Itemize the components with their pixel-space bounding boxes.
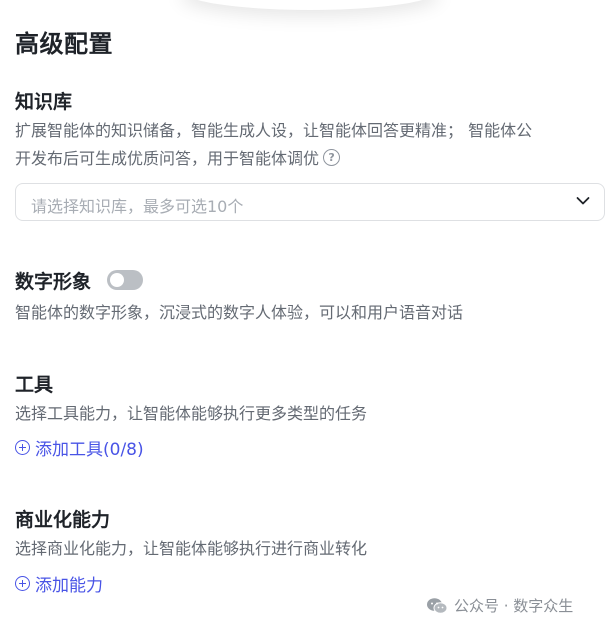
knowledge-description-line2-text: 开发布后可生成优质问答，用于智能体调优 [15,149,320,168]
knowledge-select[interactable]: 请选择知识库，最多可选10个 [15,183,605,221]
toggle-knob [110,273,124,287]
digital-human-toggle[interactable] [107,270,143,290]
watermark-text: 公众号 · 数字众生 [454,597,574,615]
watermark: 公众号 · 数字众生 [426,595,573,616]
knowledge-description-line1: 扩展智能体的知识储备，智能生成人设，让智能体回答更精准； 智能体公 [15,121,533,140]
plus-circle-icon [15,576,30,591]
top-shadow-decoration [180,0,440,10]
knowledge-select-placeholder: 请选择知识库，最多可选10个 [31,197,244,216]
add-tool-label: 添加工具(0/8) [35,440,144,460]
plus-circle-icon [15,440,30,455]
add-capability-label: 添加能力 [35,576,103,596]
add-tool-button[interactable]: 添加工具(0/8) [15,435,144,460]
commerce-description: 选择商业化能力，让智能体能够执行进行商业转化 [15,539,368,558]
knowledge-description-line2: 开发布后可生成优质问答，用于智能体调优? [15,145,605,173]
knowledge-section-title: 知识库 [15,91,73,113]
tools-section-title: 工具 [15,374,54,396]
chevron-down-icon [576,197,590,205]
commerce-section-title: 商业化能力 [15,509,111,531]
add-capability-button[interactable]: 添加能力 [15,571,103,596]
advanced-config-panel: 高级配置 知识库 扩展智能体的知识储备，智能生成人设，让智能体回答更精准； 智能… [0,0,616,631]
help-icon[interactable]: ? [323,149,341,166]
digital-human-section-title: 数字形象 [15,271,92,293]
digital-human-description: 智能体的数字形象，沉浸式的数字人体验，可以和用户语音对话 [15,303,464,322]
wechat-icon [427,597,448,614]
knowledge-description: 扩展智能体的知识储备，智能生成人设，让智能体回答更精准； 智能体公 开发布后可生… [15,117,605,173]
tools-description: 选择工具能力，让智能体能够执行更多类型的任务 [15,404,368,423]
page-title: 高级配置 [15,30,113,58]
